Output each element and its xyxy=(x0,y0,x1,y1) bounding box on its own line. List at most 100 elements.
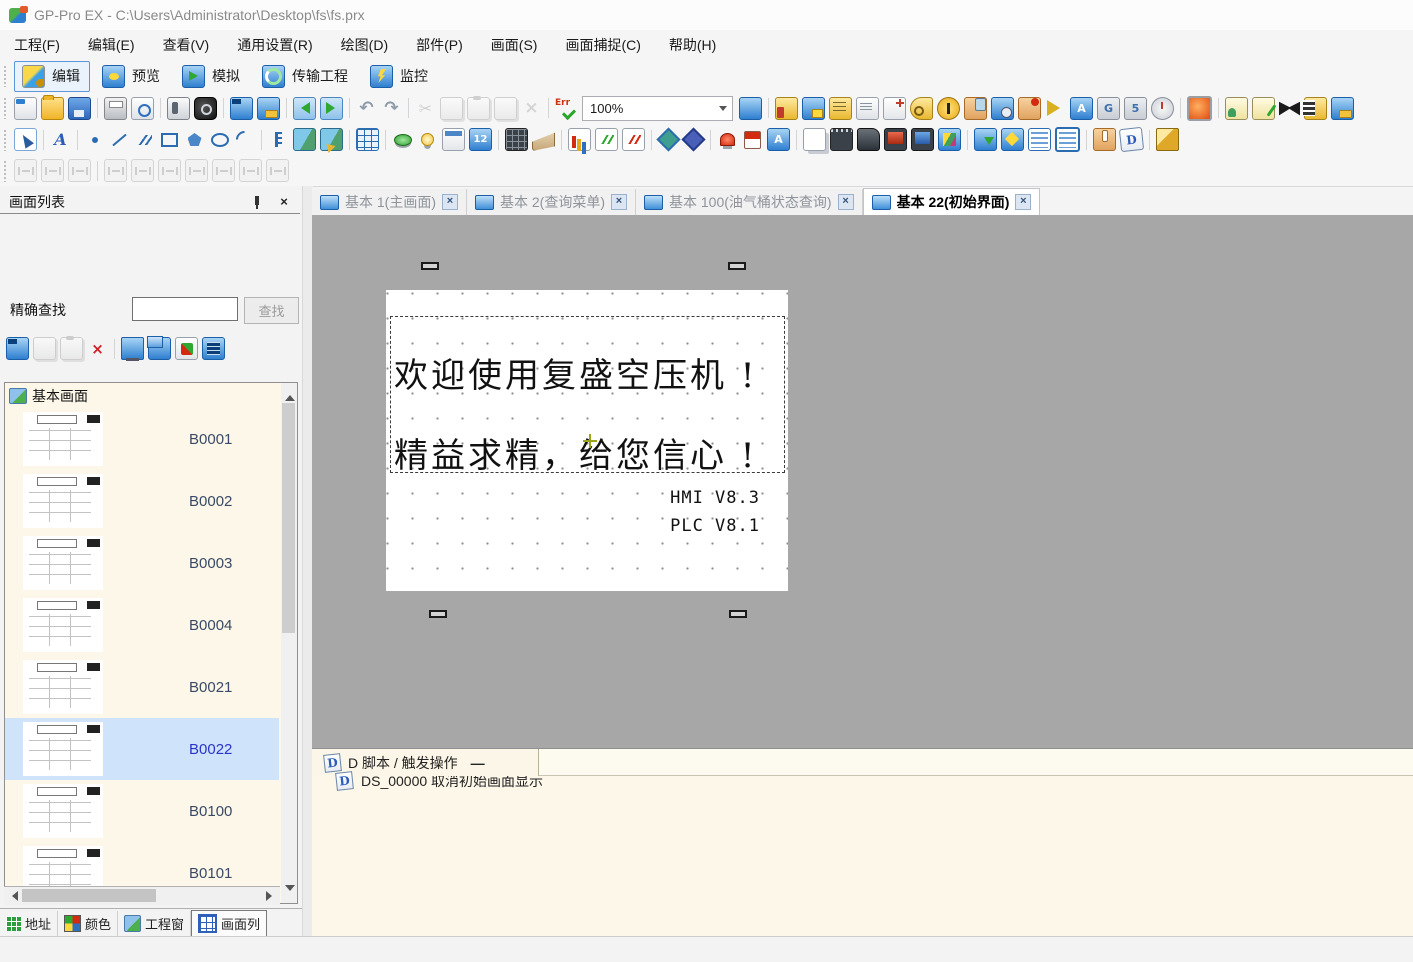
zoom-select[interactable]: 100% xyxy=(582,96,733,121)
security-password-icon[interactable] xyxy=(937,97,960,120)
scrollbar-thumb[interactable] xyxy=(282,403,295,633)
tab-close-icon[interactable]: × xyxy=(442,194,458,210)
plc-version-text[interactable]: PLC V8.1 xyxy=(670,516,760,536)
screen-capture-icon[interactable] xyxy=(194,97,217,120)
meter2-part-icon[interactable] xyxy=(683,129,704,150)
hmi-version-text[interactable]: HMI V8.3 xyxy=(670,488,760,508)
line-graph-part-icon[interactable] xyxy=(622,128,645,151)
search-button[interactable]: 查找 xyxy=(244,297,299,324)
special-part-icon[interactable] xyxy=(1001,128,1024,151)
delete-screen-icon[interactable]: × xyxy=(87,338,108,359)
touch-part-icon[interactable] xyxy=(1093,128,1116,151)
data-display-part-icon[interactable] xyxy=(442,128,465,151)
lamp-part-icon[interactable] xyxy=(417,129,438,150)
copy-screens-icon[interactable] xyxy=(148,337,171,360)
menu-item[interactable]: 查看(V) xyxy=(149,30,224,60)
panel-tab[interactable]: 颜色 xyxy=(58,911,118,936)
alarm-list-part-icon[interactable] xyxy=(1028,128,1051,151)
scroll-down-icon[interactable] xyxy=(285,885,295,896)
screen-list-horizontal-scrollbar[interactable] xyxy=(4,886,280,905)
collapse-icon[interactable]: — xyxy=(471,755,485,771)
movie-part-icon[interactable] xyxy=(857,128,880,151)
hmi-text-line1[interactable]: 欢迎使用复盛空压机 ! xyxy=(394,348,786,397)
open-project-icon[interactable] xyxy=(41,97,64,120)
screen-list-item[interactable]: B0022 xyxy=(5,718,279,780)
cut-icon[interactable]: ✂ xyxy=(415,98,436,119)
dot-tool-icon[interactable] xyxy=(84,129,105,150)
package-part-icon[interactable] xyxy=(1156,128,1179,151)
movie-memo-icon[interactable] xyxy=(1304,97,1327,120)
alarm-banner-part-icon[interactable] xyxy=(742,129,763,150)
film-part-icon[interactable] xyxy=(830,128,853,151)
menu-item[interactable]: 部件(P) xyxy=(402,30,477,60)
next-screen-icon[interactable] xyxy=(320,97,343,120)
picture-part-icon[interactable] xyxy=(938,128,961,151)
comment-list-icon[interactable] xyxy=(1225,97,1248,120)
screen-tab[interactable]: 基本 22(初始界面) × xyxy=(863,188,1041,215)
text-tool-icon[interactable]: A xyxy=(50,129,71,150)
screen-list-item[interactable]: B0021 xyxy=(5,656,279,718)
polygon-tool-icon[interactable] xyxy=(184,129,205,150)
screen-color-icon[interactable] xyxy=(1187,96,1212,121)
error-check-icon[interactable]: Err xyxy=(555,98,576,119)
menu-item[interactable]: 画面(S) xyxy=(477,30,552,60)
screen-list-item[interactable]: B0004 xyxy=(5,594,279,656)
close-icon[interactable]: × xyxy=(276,194,292,210)
scale-tool-icon[interactable] xyxy=(268,129,289,150)
security-key-icon[interactable] xyxy=(910,97,933,120)
selection-handle[interactable] xyxy=(729,610,747,618)
image-tool-icon[interactable] xyxy=(293,128,316,151)
address-settings-icon[interactable] xyxy=(802,97,825,120)
global-window-icon[interactable]: 5 xyxy=(1124,97,1147,120)
hmi-screen[interactable]: 欢迎使用复盛空压机 ! 精益求精，给您信心 ! HMI V8.3 PLC V8.… xyxy=(386,290,788,591)
menu-item[interactable]: 画面捕捉(C) xyxy=(551,30,654,60)
undo-icon[interactable]: ↶ xyxy=(356,98,377,119)
window-edge-icon[interactable] xyxy=(1331,97,1354,120)
sound-icon[interactable] xyxy=(1045,98,1066,119)
screen-compare-icon[interactable] xyxy=(991,97,1014,120)
dscript-part-icon[interactable]: D xyxy=(1119,127,1144,152)
mode-button[interactable]: 模拟 xyxy=(174,61,250,92)
new-screen-icon[interactable] xyxy=(230,97,253,120)
screen-tab[interactable]: 基本 2(查询菜单) × xyxy=(467,189,636,215)
window-part-icon[interactable] xyxy=(803,128,826,151)
history-graph-part-icon[interactable] xyxy=(595,128,618,151)
duplicate-icon[interactable] xyxy=(494,97,517,120)
selection-handle[interactable] xyxy=(429,610,447,618)
table-tool-icon[interactable] xyxy=(356,128,379,151)
screen-list-vertical-scrollbar[interactable] xyxy=(281,382,298,904)
new-project-icon[interactable] xyxy=(14,97,37,120)
csv-export-icon[interactable] xyxy=(856,97,879,120)
parts-palette-icon[interactable] xyxy=(883,97,906,120)
tab-close-icon[interactable]: × xyxy=(838,194,854,210)
alarm-part-icon[interactable] xyxy=(717,129,738,150)
address-block-icon[interactable] xyxy=(775,97,798,120)
meter-part-icon[interactable] xyxy=(658,129,679,150)
exact-search-input[interactable] xyxy=(132,297,238,321)
text-table-icon[interactable]: A xyxy=(1070,97,1093,120)
copy-icon[interactable] xyxy=(440,97,463,120)
selection-handle[interactable] xyxy=(421,262,439,270)
switch-part-icon[interactable] xyxy=(392,129,413,150)
scroll-up-icon[interactable] xyxy=(285,390,295,401)
screen-change-part-icon[interactable] xyxy=(974,128,997,151)
delete-icon[interactable]: × xyxy=(521,98,542,119)
menu-item[interactable]: 帮助(H) xyxy=(655,30,730,60)
time-schedule-icon[interactable] xyxy=(1151,97,1174,120)
mode-button[interactable]: 监控 xyxy=(362,61,438,92)
mode-button[interactable]: 预览 xyxy=(94,61,170,92)
tab-close-icon[interactable]: × xyxy=(1015,194,1031,210)
mode-button[interactable]: 传输工程 xyxy=(254,61,358,92)
new-screen-icon[interactable] xyxy=(6,337,29,360)
paste-screen-icon[interactable] xyxy=(60,337,83,360)
fit-screen-icon[interactable] xyxy=(739,97,762,120)
screen-list-item[interactable]: B0001 xyxy=(5,408,279,470)
previous-screen-icon[interactable] xyxy=(293,97,316,120)
scroll-left-icon[interactable] xyxy=(7,891,18,901)
symbol-editor-icon[interactable] xyxy=(1279,98,1300,119)
menu-item[interactable]: 通用设置(R) xyxy=(223,30,326,60)
select-cursor-icon[interactable] xyxy=(14,128,37,151)
editor-canvas[interactable]: 欢迎使用复盛空压机 ! 精益求精，给您信心 ! HMI V8.3 PLC V8.… xyxy=(312,215,1413,748)
tree-node-base-screens[interactable]: 基本画面 xyxy=(5,383,296,408)
bar-graph-part-icon[interactable] xyxy=(568,128,591,151)
